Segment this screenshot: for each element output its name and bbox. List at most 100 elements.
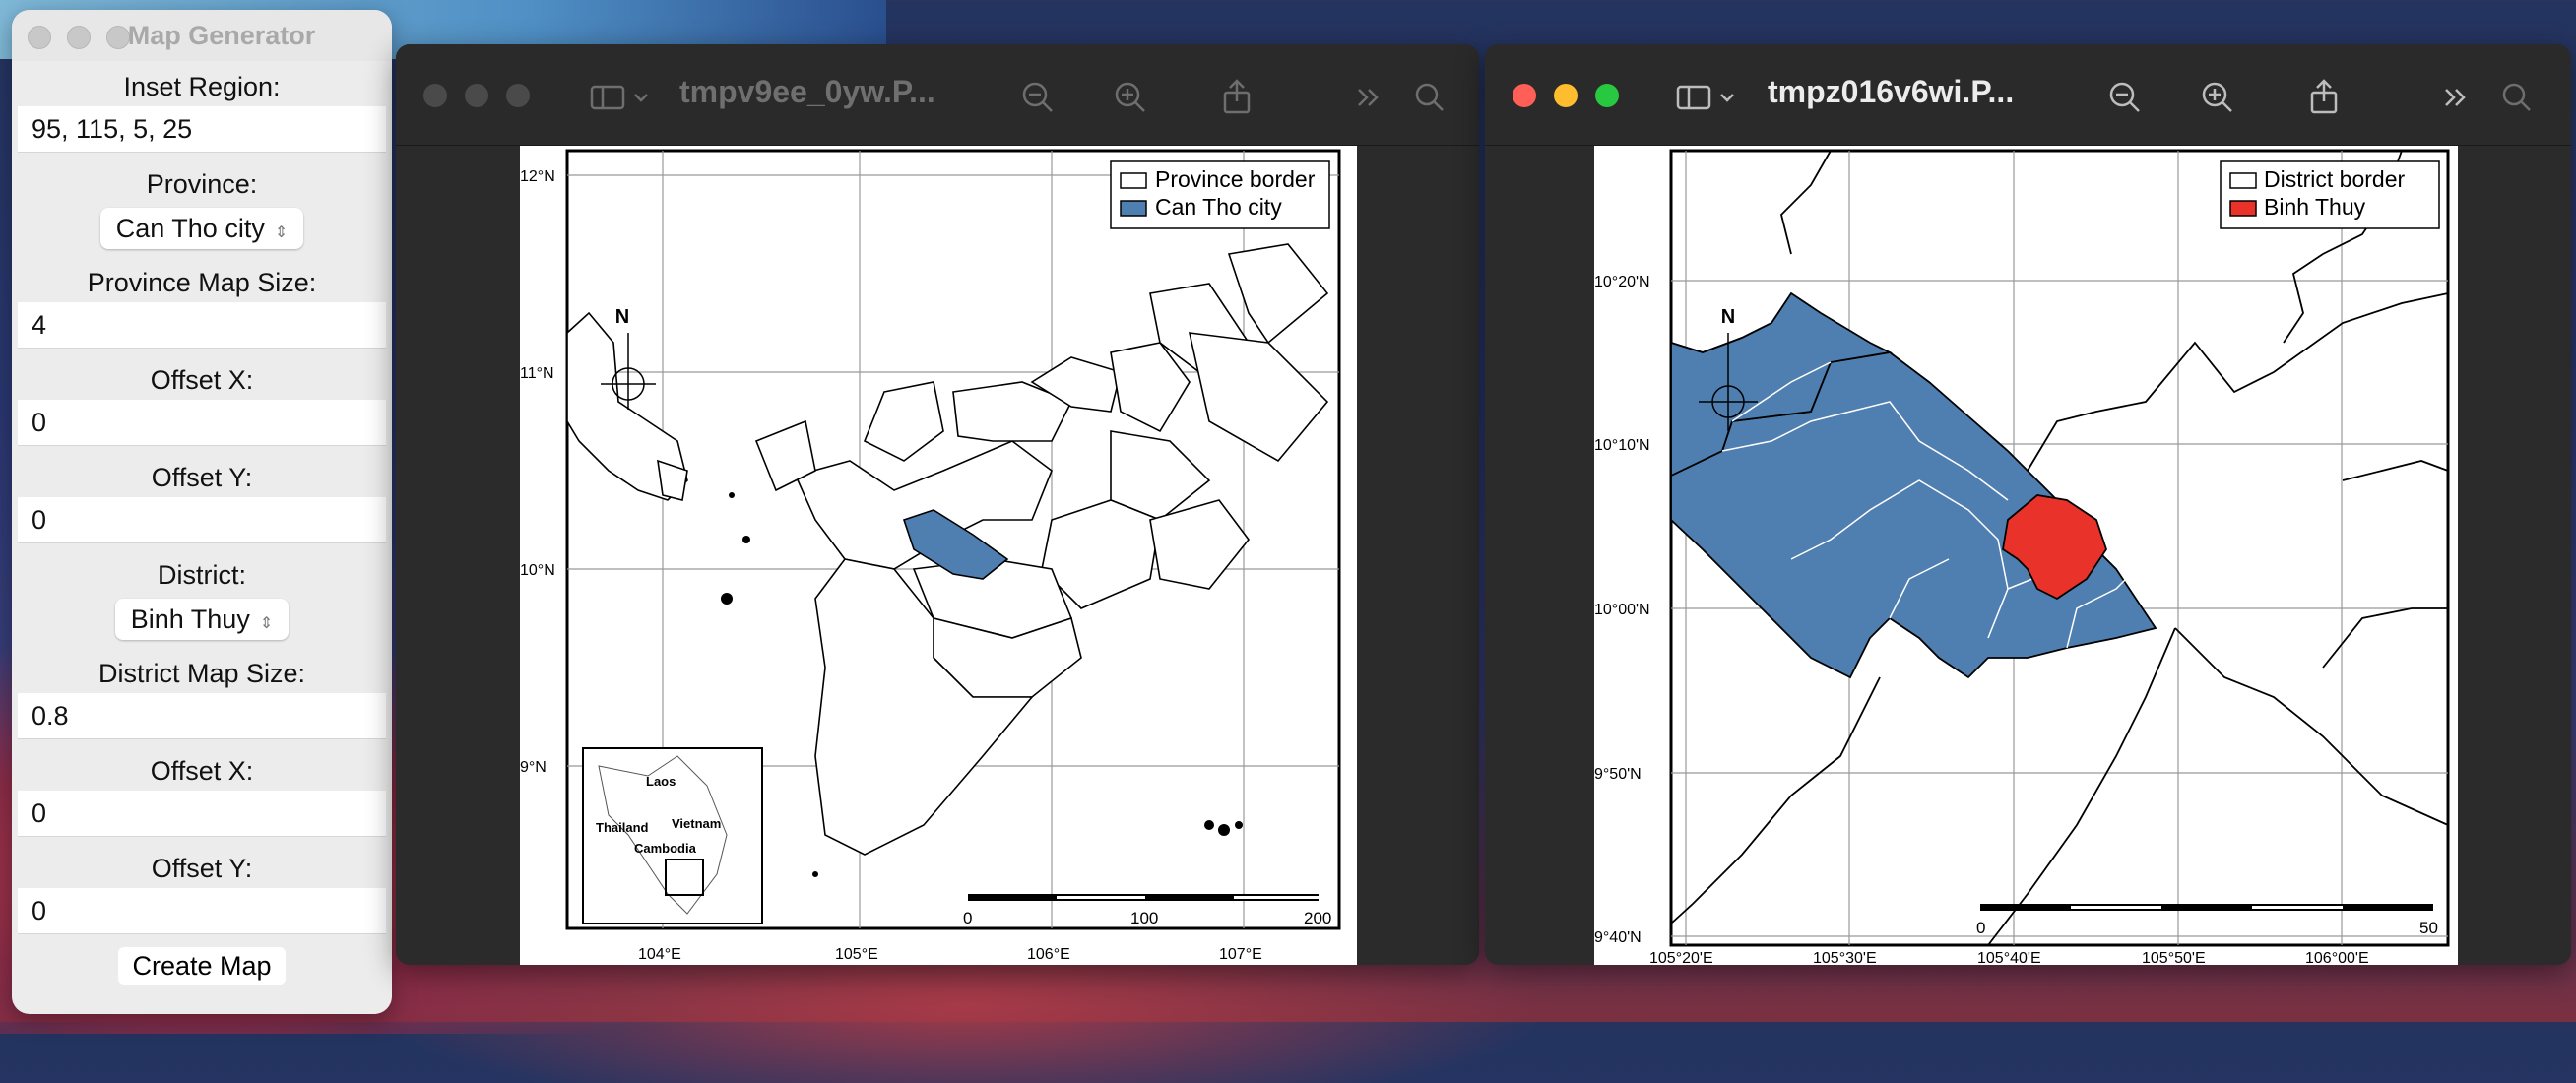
window-title: Map Generator <box>127 21 316 50</box>
inset-region-label: Inset Region: <box>123 72 281 101</box>
legend: District border Binh Thuy <box>2220 160 2440 229</box>
province-offset-y-label: Offset Y: <box>151 463 253 492</box>
coastline-west <box>566 311 688 501</box>
district-select[interactable]: Binh Thuy ⇕ <box>114 599 290 640</box>
lat-label: 9°40'N <box>1594 929 1642 946</box>
updown-chevron-icon: ⇕ <box>274 224 289 241</box>
lon-label: 104°E <box>638 946 681 963</box>
window-controls <box>423 84 530 107</box>
map-generator-window: Map Generator Inset Region: 95, 115, 5, … <box>12 10 392 1014</box>
zoom-out-icon[interactable] <box>2105 78 2145 117</box>
lat-label: 10°10'N <box>1594 437 1650 454</box>
province-select-row: Can Tho city ⇕ <box>12 204 392 263</box>
scale-label-2: 200 <box>1304 909 1331 927</box>
province-select[interactable]: Can Tho city ⇕ <box>99 208 304 249</box>
district-offset-x-label: Offset X: <box>150 756 254 786</box>
scale-bar: 0 50 <box>1976 904 2438 937</box>
map-page-district: District border Binh Thuy N 0 50 10°20'N… <box>1594 146 2458 965</box>
lat-label: 12°N <box>520 168 555 185</box>
district-select-row: Binh Thuy ⇕ <box>12 595 392 654</box>
inset-label-thailand: Thailand <box>596 820 649 835</box>
scale-label-1: 100 <box>1130 909 1158 927</box>
lat-label: 10°20'N <box>1594 274 1650 290</box>
district-offset-y-input[interactable]: 0 <box>18 888 386 934</box>
preview-window-district: tmpz016v6wi.P... District border Binh Th… <box>1485 44 2571 965</box>
district-select-value: Binh Thuy <box>130 605 250 634</box>
scale-label-0: 0 <box>963 909 972 927</box>
province-size-input[interactable]: 4 <box>18 302 386 349</box>
lat-label: 9°50'N <box>1594 766 1642 783</box>
north-label: N <box>1721 306 1735 328</box>
document-title: tmpv9ee_0yw.P... <box>679 74 935 109</box>
lon-label: 105°E <box>835 946 878 963</box>
preview-window-province: tmpv9ee_0yw.P... Province border Can Tho… <box>396 44 1479 965</box>
search-icon[interactable] <box>2497 78 2537 117</box>
province-shapes <box>754 243 1329 856</box>
inset-map: Laos Thailand Vietnam Cambodia <box>582 747 763 924</box>
lat-label: 10°N <box>520 562 555 579</box>
create-map-row: Create Map <box>12 942 392 989</box>
search-icon[interactable] <box>1410 78 1449 117</box>
minimize-button[interactable] <box>465 84 488 107</box>
inset-label-vietnam: Vietnam <box>672 816 721 831</box>
province-size-label: Province Map Size: <box>87 268 317 297</box>
zoom-in-icon[interactable] <box>2198 78 2237 117</box>
share-icon[interactable] <box>1217 78 1256 117</box>
district-offset-x-input[interactable]: 0 <box>18 791 386 837</box>
more-chevrons-icon[interactable] <box>1349 78 1388 117</box>
map-page-province: Province border Can Tho city N Laos Thai… <box>520 146 1357 965</box>
province-offset-x-input[interactable]: 0 <box>18 400 386 446</box>
preview-toolbar: tmpz016v6wi.P... <box>1485 44 2571 146</box>
legend-swatch-border <box>1120 172 1147 189</box>
document-content: Province border Can Tho city N Laos Thai… <box>396 146 1479 965</box>
sidebar-toggle-icon[interactable] <box>588 78 627 117</box>
zoom-in-icon[interactable] <box>1111 78 1150 117</box>
chevron-down-icon[interactable] <box>1716 78 1738 117</box>
legend-swatch-fill <box>2229 200 2257 217</box>
legend: Province border Can Tho city <box>1110 160 1330 229</box>
zoom-button[interactable] <box>506 84 530 107</box>
create-map-button[interactable]: Create Map <box>118 947 286 985</box>
inset-region-input[interactable]: 95, 115, 5, 25 <box>18 106 386 153</box>
updown-chevron-icon: ⇕ <box>259 615 274 632</box>
lon-label: 105°50'E <box>2142 950 2206 965</box>
document-content: District border Binh Thuy N 0 50 10°20'N… <box>1485 146 2571 965</box>
share-icon[interactable] <box>2304 78 2344 117</box>
legend-swatch-fill <box>1120 200 1147 217</box>
district-size-input[interactable]: 0.8 <box>18 693 386 739</box>
lon-label: 105°40'E <box>1977 950 2041 965</box>
lon-label: 105°30'E <box>1813 950 1877 965</box>
legend-swatch-border <box>2229 172 2257 189</box>
zoom-button[interactable] <box>1595 84 1619 107</box>
legend-label-border: District border <box>2264 166 2405 192</box>
district-label: District: <box>158 560 246 590</box>
district-map: District border Binh Thuy N 0 50 10°20'N… <box>1594 149 2450 965</box>
scale-label-1: 50 <box>2419 919 2438 937</box>
chevron-down-icon[interactable] <box>630 78 652 117</box>
window-controls <box>1513 84 1619 107</box>
legend-label-fill: Binh Thuy <box>2264 194 2366 220</box>
scale-label-0: 0 <box>1976 919 1985 937</box>
inset-label-cambodia: Cambodia <box>634 841 697 856</box>
province-label: Province: <box>146 169 258 199</box>
province-offset-x-label: Offset X: <box>150 365 254 395</box>
inset-label-laos: Laos <box>646 774 676 789</box>
lon-label: 106°00'E <box>2305 950 2369 965</box>
district-size-label: District Map Size: <box>97 659 306 688</box>
title-bar: Map Generator <box>12 10 392 61</box>
sidebar-toggle-icon[interactable] <box>1674 78 1713 117</box>
legend-label-fill: Can Tho city <box>1155 194 1282 220</box>
district-offset-y-label: Offset Y: <box>151 854 253 883</box>
lon-label: 105°20'E <box>1649 950 1713 965</box>
lon-label: 106°E <box>1027 946 1070 963</box>
minimize-button[interactable] <box>1554 84 1578 107</box>
province-offset-y-input[interactable]: 0 <box>18 497 386 543</box>
province-select-value: Can Tho city <box>115 214 265 243</box>
province-map: Province border Can Tho city N Laos Thai… <box>520 149 1341 963</box>
close-button[interactable] <box>1513 84 1536 107</box>
more-chevrons-icon[interactable] <box>2436 78 2476 117</box>
zoom-out-icon[interactable] <box>1018 78 1058 117</box>
close-button[interactable] <box>423 84 447 107</box>
legend-label-border: Province border <box>1155 166 1316 192</box>
north-label: N <box>615 306 629 328</box>
